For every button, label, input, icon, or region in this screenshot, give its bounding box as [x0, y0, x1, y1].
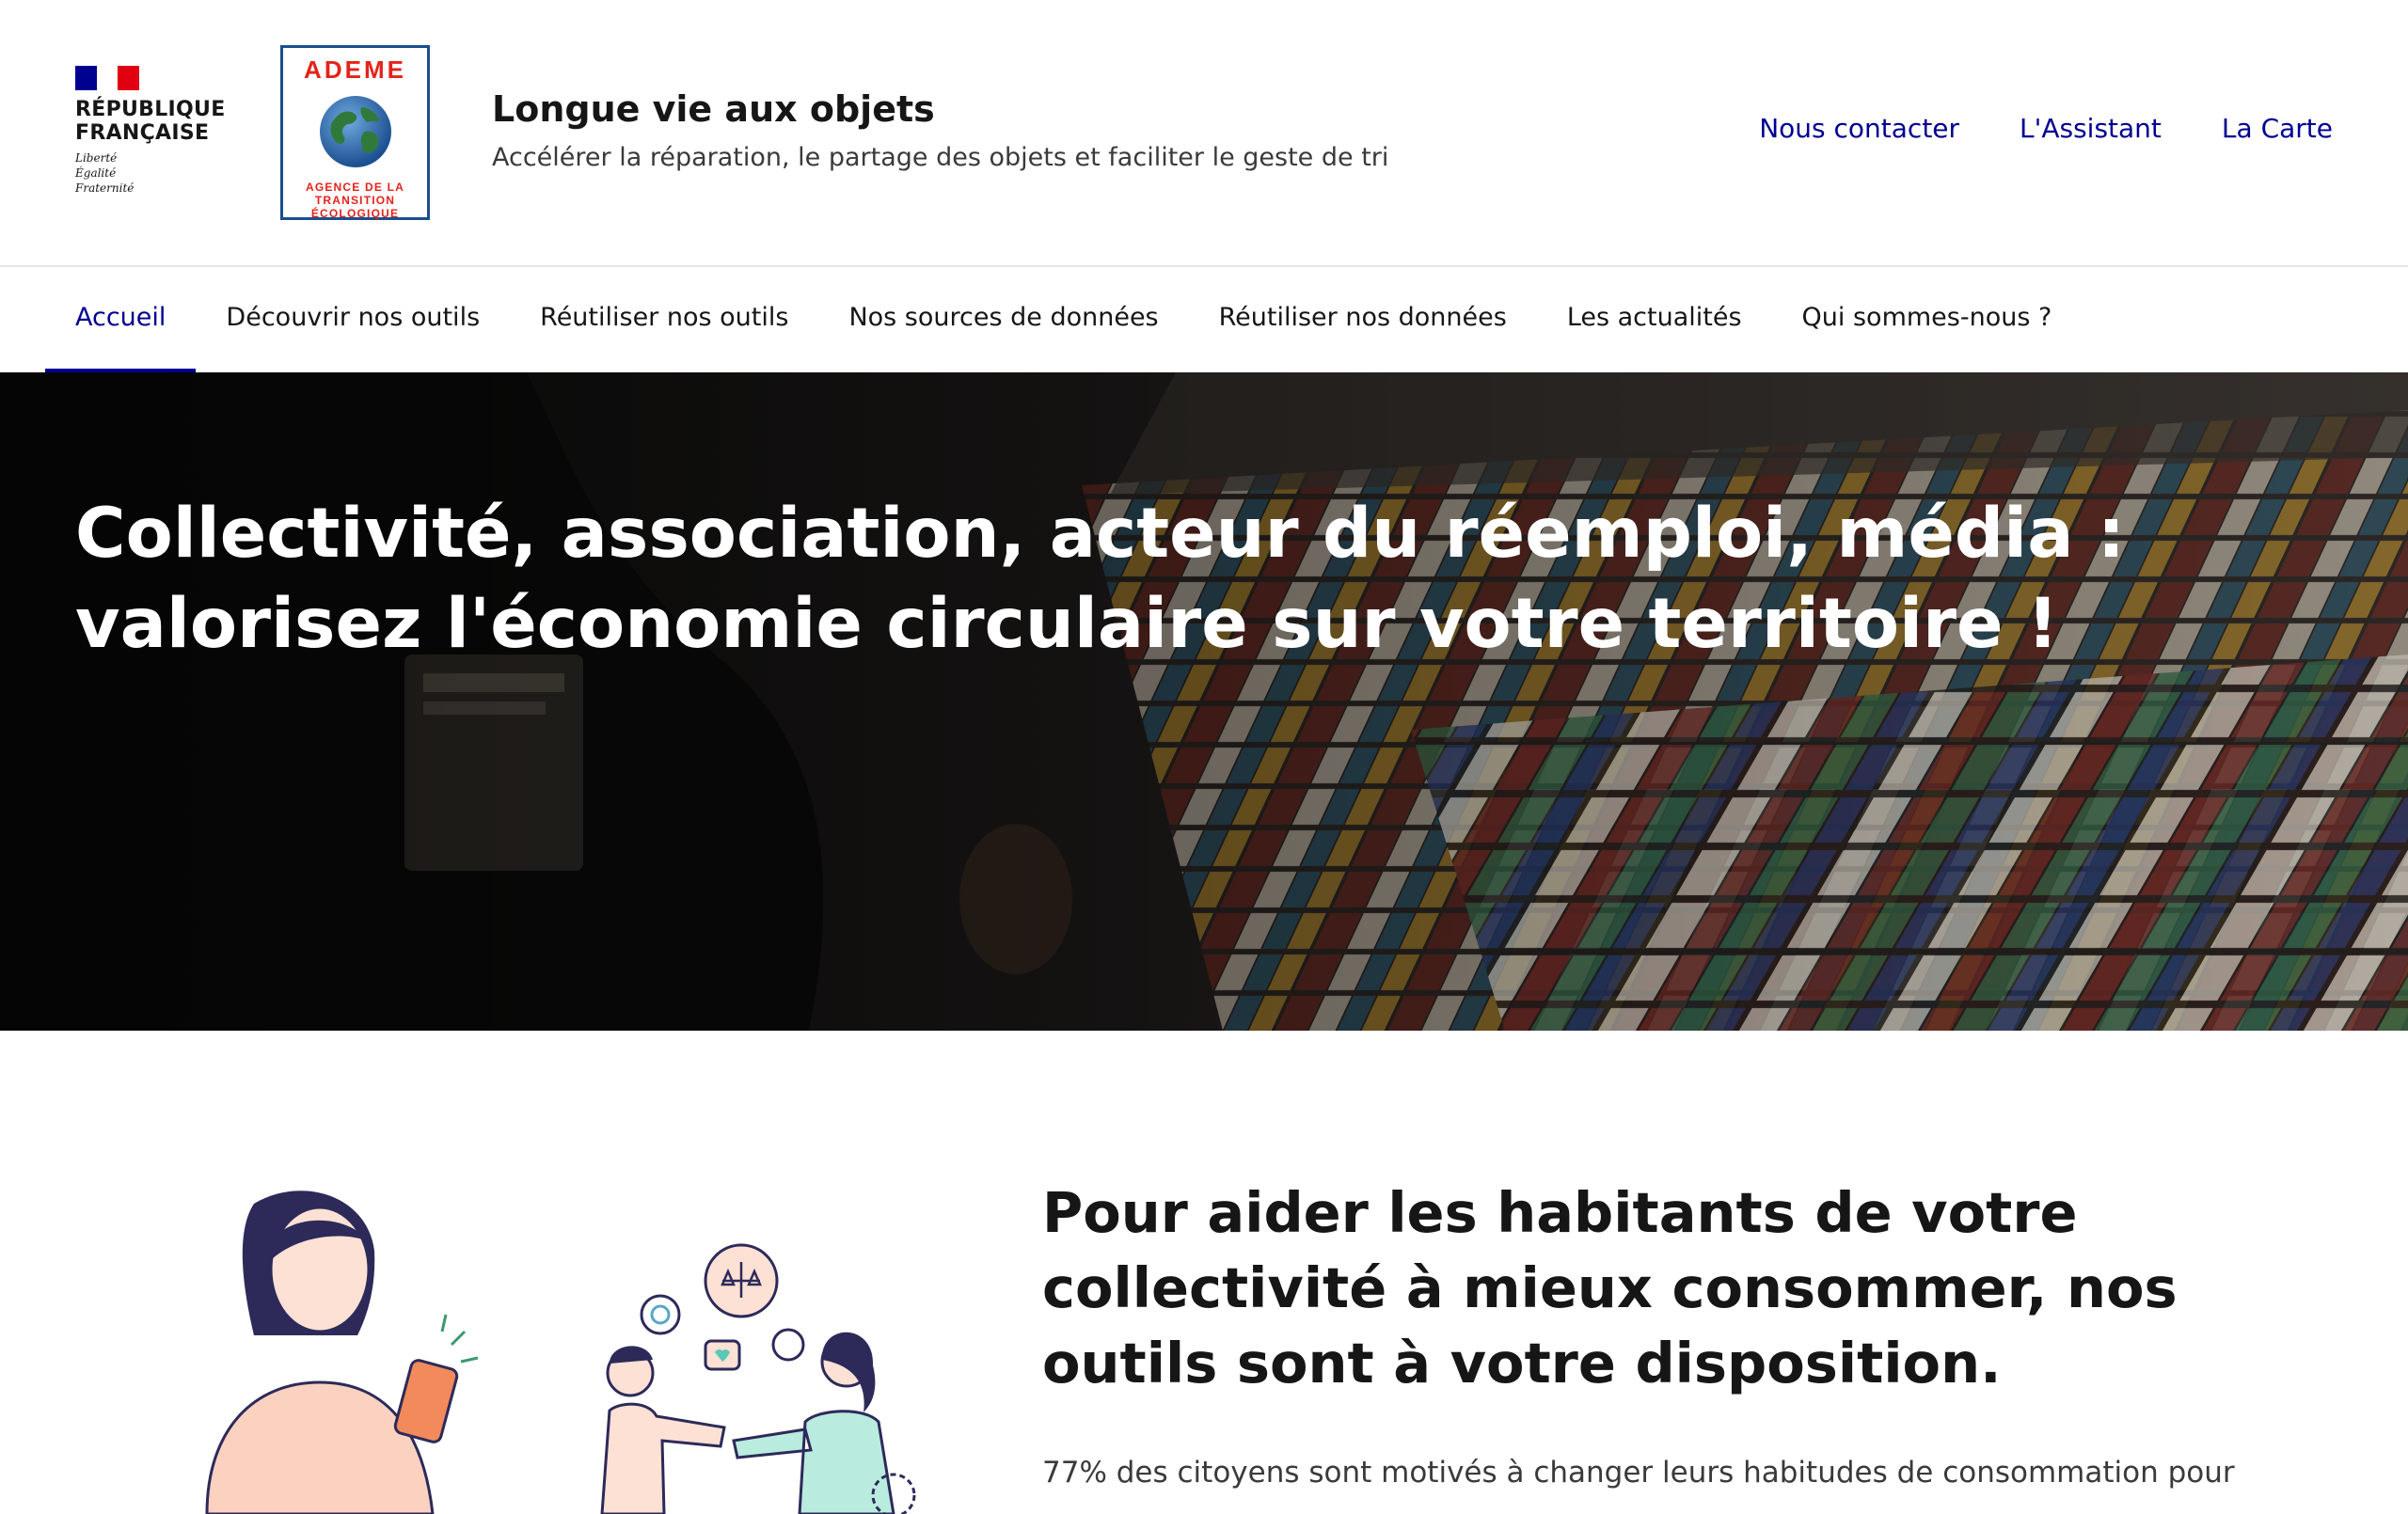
contact-link[interactable]: Nous contacter — [1759, 113, 1959, 144]
people-illustration — [205, 1191, 916, 1514]
globe-icon — [319, 96, 391, 167]
site-title[interactable]: Longue vie aux objets — [492, 88, 935, 130]
nav-item-sources-donnees[interactable]: Nos sources de données — [818, 269, 1188, 372]
republique-label: RÉPUBLIQUE FRANÇAISE — [75, 98, 226, 145]
nav-item-actualites[interactable]: Les actualités — [1537, 269, 1772, 372]
nav-item-accueil[interactable]: Accueil — [45, 269, 197, 372]
site-tagline: Accélérer la réparation, le partage des … — [492, 143, 1389, 172]
map-link[interactable]: La Carte — [2222, 113, 2333, 144]
nav-item-qui-sommes-nous[interactable]: Qui sommes-nous ? — [1772, 269, 2083, 372]
assistant-link[interactable]: L'Assistant — [2020, 113, 2162, 144]
marianne-flag-icon — [75, 66, 140, 90]
intro-text: 77% des citoyens sont motivés à changer … — [1042, 1456, 2235, 1490]
header-tools: Nous contacter L'Assistant La Carte — [1759, 113, 2333, 144]
nav-item-decouvrir-outils[interactable]: Découvrir nos outils — [196, 269, 510, 372]
republique-motto: Liberté Égalité Fraternité — [75, 151, 135, 195]
ademe-name: ADEME — [304, 55, 406, 84]
hero-overlay — [0, 372, 2408, 1031]
ademe-logo[interactable]: ADEME AGENCE DE LA TRANSITION ÉCOLOGIQUE — [280, 45, 430, 220]
intro-title: Pour aider les habitants de votre collec… — [1042, 1180, 2178, 1396]
nav-item-reutiliser-outils[interactable]: Réutiliser nos outils — [510, 269, 818, 372]
site-header: RÉPUBLIQUE FRANÇAISE Liberté Égalité Fra… — [0, 0, 2408, 267]
republique-francaise-logo[interactable]: RÉPUBLIQUE FRANÇAISE Liberté Égalité Fra… — [75, 66, 226, 196]
nav-item-reutiliser-donnees[interactable]: Réutiliser nos données — [1189, 269, 1537, 372]
ademe-agency-name: AGENCE DE LA TRANSITION ÉCOLOGIQUE — [305, 181, 405, 220]
main-navigation: Accueil Découvrir nos outils Réutiliser … — [45, 269, 2082, 372]
hero-title: Collectivité, association, acteur du rée… — [75, 494, 2126, 664]
hero-banner: Collectivité, association, acteur du rée… — [0, 372, 2408, 1031]
